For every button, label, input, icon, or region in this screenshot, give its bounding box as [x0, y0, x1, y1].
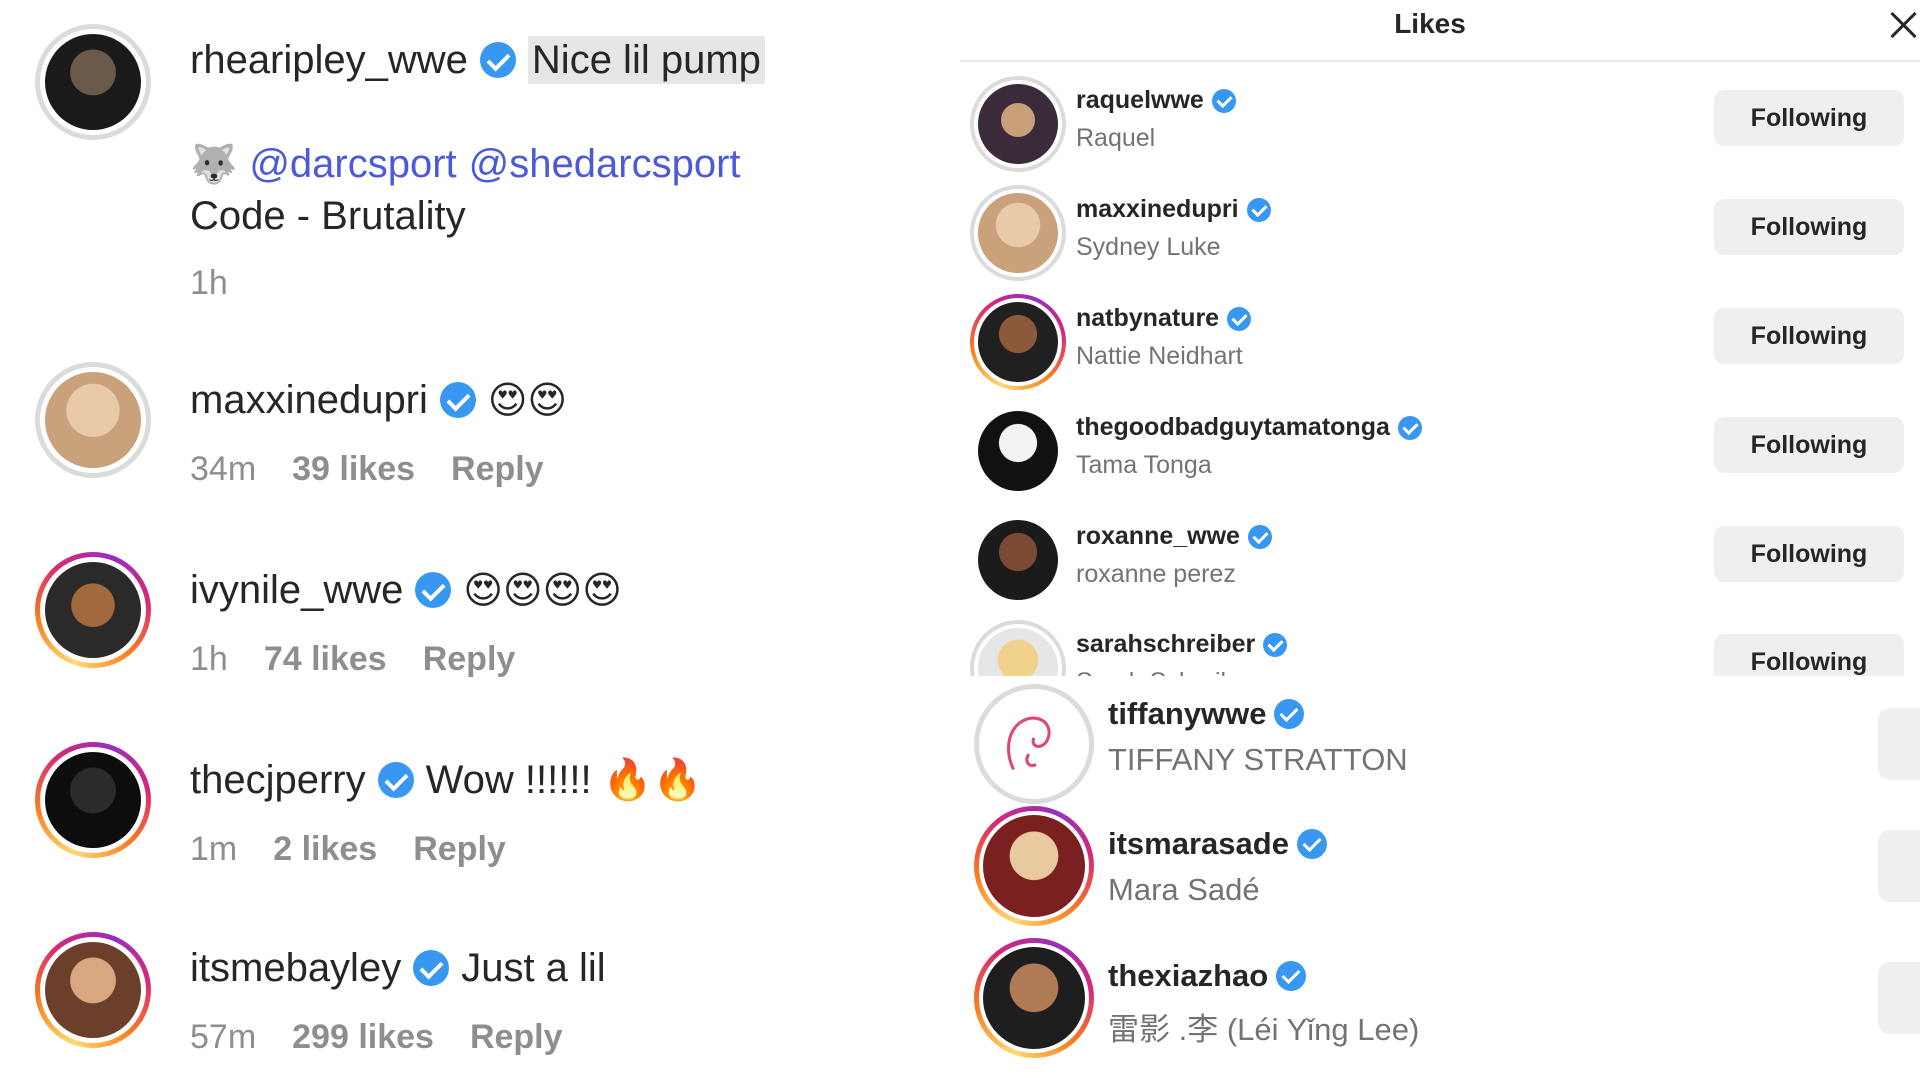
- verified-badge-icon: [1263, 632, 1288, 657]
- comment-meta: 1h 74 likes Reply: [190, 640, 515, 679]
- comment-text: 😍😍😍😍: [463, 568, 622, 612]
- comment-header: itsmebayley Just a lil: [190, 944, 606, 992]
- follow-button-partial[interactable]: [1878, 708, 1920, 780]
- comment-time: 57m: [190, 1018, 257, 1056]
- verified-badge-icon: [377, 762, 414, 798]
- avatar[interactable]: [35, 932, 151, 1048]
- mention-link[interactable]: @shedarcsport: [469, 140, 741, 188]
- barbie-logo-icon: [1006, 716, 1051, 771]
- like-username[interactable]: roxanne_wwe: [1076, 522, 1272, 551]
- avatar[interactable]: [35, 742, 151, 858]
- like-username[interactable]: thexiazhao: [1108, 958, 1307, 994]
- like-fullname: Tama Tonga: [1076, 451, 1212, 479]
- reply-button[interactable]: Reply: [470, 1018, 563, 1057]
- avatar[interactable]: [35, 24, 151, 140]
- comment-header: thecjperry Wow !!!!!! 🔥🔥: [190, 756, 702, 804]
- verified-badge-icon: [1246, 197, 1271, 222]
- like-fullname: roxanne perez: [1076, 560, 1236, 588]
- comment-time: 34m: [190, 450, 257, 488]
- comment-meta: 1m 2 likes Reply: [190, 830, 506, 869]
- like-username[interactable]: raquelwwe: [1076, 86, 1236, 115]
- like-user-row[interactable]: tiffanywwe TIFFANY STRATTON: [960, 676, 1920, 804]
- comment-likes-link[interactable]: 2 likes: [273, 830, 377, 869]
- comment-username[interactable]: thecjperry: [190, 756, 366, 804]
- comment-text: Just a lil: [461, 946, 606, 990]
- comment-meta: 57m 299 likes Reply: [190, 1018, 563, 1057]
- comment-time: 1h: [190, 264, 228, 302]
- avatar[interactable]: [35, 552, 151, 668]
- verified-badge-icon: [1274, 699, 1305, 729]
- comment-meta: 1h: [190, 264, 228, 303]
- like-username[interactable]: thegoodbadguytamatonga: [1076, 413, 1422, 442]
- like-fullname: Raquel: [1076, 124, 1156, 152]
- like-username[interactable]: tiffanywwe: [1108, 696, 1305, 732]
- verified-badge-icon: [413, 950, 450, 986]
- verified-badge-icon: [1211, 88, 1236, 113]
- like-fullname: Sydney Luke: [1076, 233, 1221, 261]
- avatar[interactable]: [35, 362, 151, 478]
- like-username[interactable]: sarahschreiber: [1076, 630, 1288, 659]
- avatar[interactable]: [970, 294, 1066, 390]
- comment-username[interactable]: itsmebayley: [190, 944, 401, 992]
- avatar[interactable]: [974, 684, 1094, 804]
- following-button[interactable]: Following: [1714, 417, 1904, 473]
- comment-header: maxxinedupri 😍😍: [190, 376, 567, 424]
- like-username[interactable]: maxxinedupri: [1076, 195, 1271, 224]
- verified-badge-icon: [1247, 524, 1272, 549]
- comment-time: 1h: [190, 640, 228, 678]
- close-icon[interactable]: [1886, 8, 1920, 42]
- like-fullname: Nattie Neidhart: [1076, 342, 1243, 370]
- verified-badge-icon: [1276, 961, 1307, 991]
- comment-likes-link[interactable]: 74 likes: [264, 640, 387, 679]
- likes-title: Likes: [1394, 8, 1466, 39]
- avatar[interactable]: [970, 76, 1066, 172]
- verified-badge-icon: [1227, 306, 1252, 331]
- follow-button-partial[interactable]: [1878, 830, 1920, 902]
- avatar[interactable]: [970, 512, 1066, 608]
- reply-button[interactable]: Reply: [423, 640, 516, 679]
- verified-badge-icon: [479, 42, 516, 78]
- likes-panel: Likes raquelwwe Raquel Following maxxine…: [960, 0, 1920, 1080]
- avatar[interactable]: [970, 403, 1066, 499]
- comment-text-line: Code - Brutality: [190, 194, 466, 238]
- verified-badge-icon: [1296, 829, 1327, 859]
- comment-username[interactable]: maxxinedupri: [190, 376, 428, 424]
- wolf-emoji-icon: 🐺: [190, 142, 238, 186]
- comment-text: Nice lil pump: [527, 36, 765, 84]
- comment-text: Wow !!!!!! 🔥🔥: [425, 758, 703, 802]
- avatar[interactable]: [974, 938, 1094, 1058]
- comment-username[interactable]: ivynile_wwe: [190, 566, 403, 614]
- comment-likes-link[interactable]: 299 likes: [292, 1018, 434, 1057]
- like-username[interactable]: natbynature: [1076, 304, 1252, 333]
- comment-text: 😍😍: [487, 378, 568, 422]
- mention-link[interactable]: @darcsport: [249, 140, 456, 188]
- comment-likes-link[interactable]: 39 likes: [292, 450, 415, 489]
- comment-meta: 34m 39 likes Reply: [190, 450, 544, 489]
- verified-badge-icon: [415, 572, 452, 608]
- comment-username[interactable]: rhearipley_wwe: [190, 36, 468, 84]
- likes-header: Likes: [960, 0, 1920, 62]
- comment-header: rhearipley_wwe Nice lil pump: [190, 36, 765, 84]
- like-username[interactable]: itsmarasade: [1108, 826, 1327, 862]
- following-button[interactable]: Following: [1714, 308, 1904, 364]
- following-button[interactable]: Following: [1714, 90, 1904, 146]
- avatar[interactable]: [970, 185, 1066, 281]
- verified-badge-icon: [1397, 415, 1422, 440]
- like-fullname: Mara Sadé: [1108, 872, 1260, 907]
- comment-mentions-line: 🐺 @darcsport @shedarcsport: [190, 140, 741, 188]
- following-button[interactable]: Following: [1714, 199, 1904, 255]
- reply-button[interactable]: Reply: [451, 450, 544, 489]
- reply-button[interactable]: Reply: [413, 830, 506, 869]
- like-fullname: 雷影 .李 (Léi Yǐng Lee): [1108, 1012, 1420, 1047]
- follow-button-partial[interactable]: [1878, 962, 1920, 1034]
- following-button[interactable]: Following: [1714, 526, 1904, 582]
- comment-header: ivynile_wwe 😍😍😍😍: [190, 566, 622, 614]
- comment-time: 1m: [190, 830, 238, 868]
- comments-panel: rhearipley_wwe Nice lil pump 🐺 @darcspor…: [0, 0, 960, 1080]
- like-fullname: TIFFANY STRATTON: [1108, 742, 1408, 777]
- verified-badge-icon: [439, 382, 476, 418]
- avatar[interactable]: [974, 806, 1094, 926]
